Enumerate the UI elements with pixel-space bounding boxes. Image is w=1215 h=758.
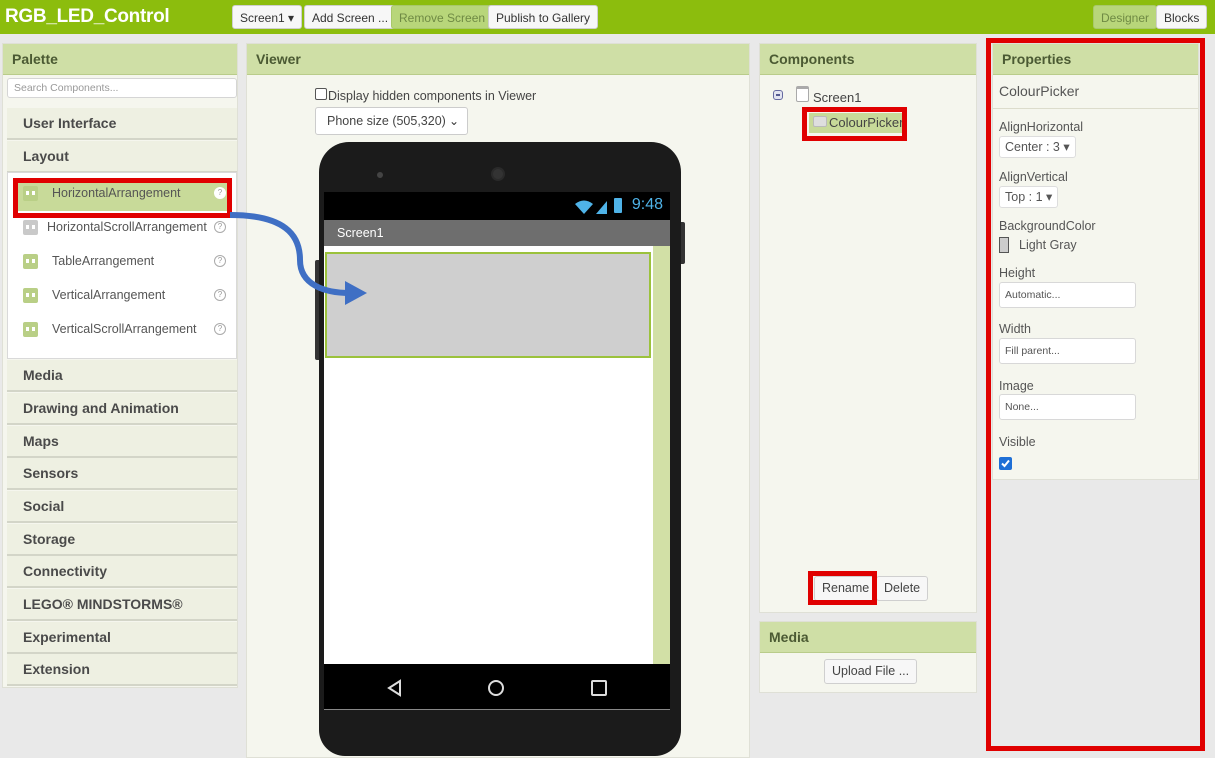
palette-item-horizontal-arrangement[interactable]: HorizontalArrangement ? xyxy=(18,181,232,211)
visible-label: Visible xyxy=(999,435,1036,449)
phone-size-select[interactable]: Phone size (505,320) ⌄ xyxy=(315,107,468,135)
properties-header: Properties xyxy=(993,44,1198,75)
layout-component-list: HorizontalArrangement ? HorizontalScroll… xyxy=(7,172,237,359)
screen-scrollbar[interactable] xyxy=(653,246,670,664)
collapse-toggle-icon[interactable] xyxy=(773,90,783,100)
category-lego-mindstorms[interactable]: LEGO® MINDSTORMS® xyxy=(7,589,237,621)
category-drawing-and-animation[interactable]: Drawing and Animation xyxy=(7,393,237,425)
screen-select-dropdown[interactable]: Screen1 ▾ xyxy=(232,5,303,29)
checkmark-icon xyxy=(1001,459,1010,468)
search-components-input[interactable]: Search Components... xyxy=(7,78,237,98)
horizontal-arrangement-icon xyxy=(23,186,38,201)
vertical-scroll-arrangement-icon xyxy=(23,322,38,337)
align-horizontal-label: AlignHorizontal xyxy=(999,120,1084,134)
upload-file-button[interactable]: Upload File ... xyxy=(824,659,918,684)
tree-node-colour-picker[interactable]: ColourPicker xyxy=(809,113,903,133)
chevron-down-icon: ⌄ xyxy=(448,114,459,128)
phone-size-value: Phone size (505,320) xyxy=(327,114,446,128)
palette-item-vertical-arrangement[interactable]: VerticalArrangement ? xyxy=(18,283,232,313)
align-horizontal-dropdown[interactable]: Center : 3 ▾ xyxy=(999,136,1076,158)
phone-sensor-icon xyxy=(377,172,383,178)
add-screen-button[interactable]: Add Screen ... xyxy=(304,5,397,29)
item-label: TableArrangement xyxy=(52,254,155,268)
color-swatch[interactable] xyxy=(999,237,1009,253)
help-icon[interactable]: ? xyxy=(214,187,226,199)
item-label: HorizontalScrollArrangement xyxy=(47,220,207,234)
project-title: RGB_LED_Control xyxy=(5,6,170,27)
table-arrangement-icon xyxy=(23,254,38,269)
drag-arrow-annotation xyxy=(229,212,367,305)
palette-header: Palette xyxy=(3,44,237,75)
width-label: Width xyxy=(999,322,1031,336)
properties-panel: Properties ColourPicker AlignHorizontal … xyxy=(992,43,1199,480)
top-bar: RGB_LED_Control Screen1 ▾ Add Screen ...… xyxy=(0,0,1215,34)
phone-side-button xyxy=(681,222,685,264)
rename-button[interactable]: Rename xyxy=(814,576,878,601)
node-label: ColourPicker xyxy=(829,115,904,130)
media-panel: Media Upload File ... xyxy=(759,621,977,693)
screen-title-bar: Screen1 xyxy=(324,220,670,246)
background-color-value[interactable]: Light Gray xyxy=(1019,238,1077,252)
image-label: Image xyxy=(999,379,1034,393)
align-vertical-label: AlignVertical xyxy=(999,170,1068,184)
display-hidden-components-checkbox[interactable]: Display hidden components in Viewer xyxy=(315,88,537,103)
publish-to-gallery-button[interactable]: Publish to Gallery xyxy=(488,5,599,29)
blocks-button[interactable]: Blocks xyxy=(1156,5,1208,29)
designer-button[interactable]: Designer xyxy=(1093,5,1158,29)
home-icon xyxy=(488,680,504,696)
screen-icon xyxy=(796,86,809,102)
align-vertical-dropdown[interactable]: Top : 1 ▾ xyxy=(999,186,1059,208)
category-media[interactable]: Media xyxy=(7,360,237,392)
delete-button[interactable]: Delete xyxy=(876,576,929,601)
category-sensors[interactable]: Sensors xyxy=(7,458,237,490)
checkbox-label: Display hidden components in Viewer xyxy=(328,89,537,103)
height-label: Height xyxy=(999,266,1036,280)
category-connectivity[interactable]: Connectivity xyxy=(7,556,237,588)
image-input[interactable]: None... xyxy=(999,394,1136,420)
back-icon xyxy=(387,679,401,697)
viewer-header: Viewer xyxy=(247,44,749,75)
visible-checkbox[interactable] xyxy=(999,457,1012,470)
palette-item-horizontal-scroll-arrangement[interactable]: HorizontalScrollArrangement ? xyxy=(18,215,232,245)
viewer-panel: Viewer Display hidden components in View… xyxy=(246,43,750,758)
vertical-arrangement-icon xyxy=(23,288,38,303)
phone-camera-icon xyxy=(491,167,505,181)
checkbox-box[interactable] xyxy=(315,88,327,100)
category-user-interface[interactable]: User Interface xyxy=(7,108,237,140)
palette-item-vertical-scroll-arrangement[interactable]: VerticalScrollArrangement ? xyxy=(18,317,232,347)
components-header: Components xyxy=(760,44,976,75)
horizontal-arrangement-icon xyxy=(813,116,827,127)
category-experimental[interactable]: Experimental xyxy=(7,622,237,654)
wifi-signal-icon xyxy=(575,200,607,214)
phone-screen-canvas[interactable] xyxy=(324,246,670,664)
selected-component-name: ColourPicker xyxy=(993,75,1198,109)
battery-icon xyxy=(614,198,622,213)
horizontal-scroll-arrangement-icon xyxy=(23,220,38,235)
category-extension[interactable]: Extension xyxy=(7,654,237,686)
remove-screen-button[interactable]: Remove Screen xyxy=(391,5,494,29)
phone-status-bar: 9:48 xyxy=(324,192,670,220)
media-header: Media xyxy=(760,622,976,653)
palette-item-table-arrangement[interactable]: TableArrangement ? xyxy=(18,249,232,279)
status-time: 9:48 xyxy=(631,196,663,213)
background-color-label: BackgroundColor xyxy=(999,219,1096,233)
item-label: HorizontalArrangement xyxy=(52,186,181,200)
recents-icon xyxy=(591,680,607,696)
category-social[interactable]: Social xyxy=(7,491,237,523)
palette-panel: Palette Search Components... User Interf… xyxy=(2,43,238,688)
item-label: VerticalArrangement xyxy=(52,288,166,302)
width-input[interactable]: Fill parent... xyxy=(999,338,1136,364)
help-icon[interactable]: ? xyxy=(214,323,226,335)
category-maps[interactable]: Maps xyxy=(7,426,237,458)
tree-node-screen1[interactable]: Screen1 xyxy=(813,90,861,105)
category-storage[interactable]: Storage xyxy=(7,524,237,556)
item-label: VerticalScrollArrangement xyxy=(52,322,197,336)
phone-nav-bar xyxy=(324,664,670,710)
height-input[interactable]: Automatic... xyxy=(999,282,1136,308)
components-panel: Components Screen1 ColourPicker Rename D… xyxy=(759,43,977,613)
category-layout[interactable]: Layout xyxy=(7,141,237,173)
